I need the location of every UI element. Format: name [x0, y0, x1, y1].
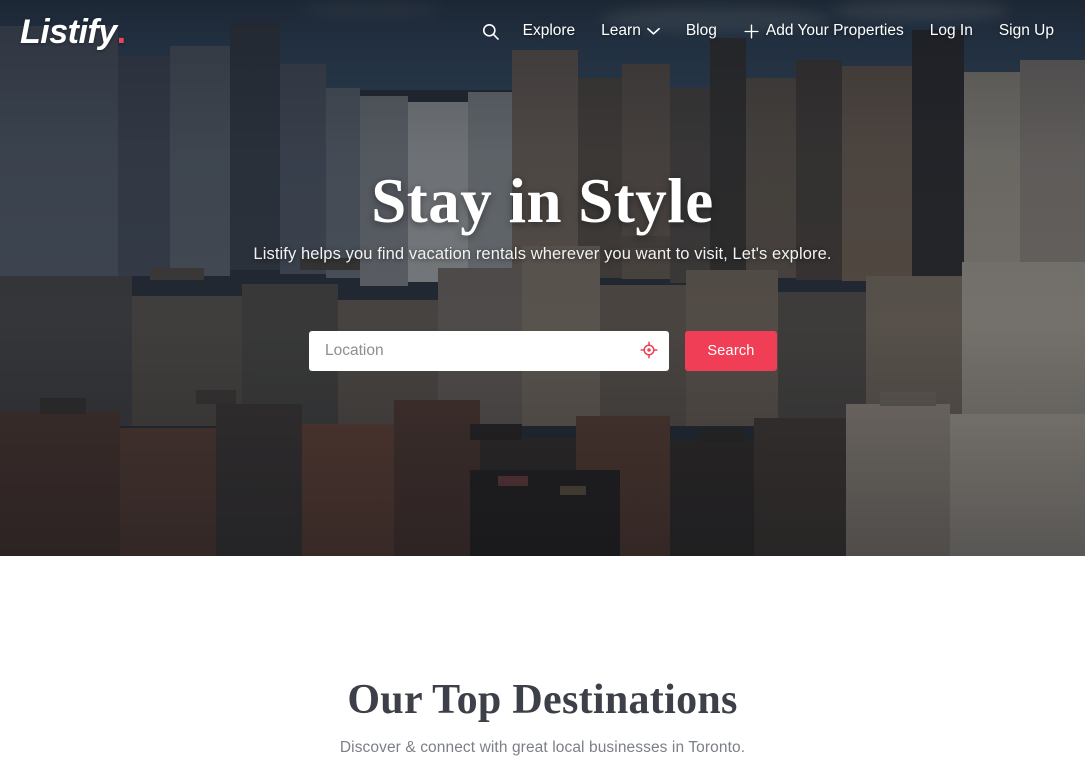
nav-item-log-in[interactable]: Log In: [917, 16, 986, 46]
search-field-wrapper: [309, 331, 669, 371]
chevron-down-icon: [646, 27, 660, 36]
primary-navigation: Explore Learn Blog Add Your Properties L…: [471, 0, 1067, 62]
nav-label: Add Your Properties: [765, 22, 904, 39]
nav-label: Learn: [601, 22, 641, 39]
nav-label: Explore: [522, 22, 576, 39]
hero-background-photo: [0, 0, 1085, 556]
hero-section: Listify. Explore Learn Blog Add Your Pro…: [0, 0, 1085, 556]
nav-item-learn[interactable]: Learn: [588, 16, 673, 46]
destinations-subtitle: Discover & connect with great local busi…: [339, 739, 746, 756]
location-search-input[interactable]: [309, 331, 669, 371]
search-button[interactable]: Search: [685, 331, 777, 371]
nav-item-explore[interactable]: Explore: [510, 16, 589, 46]
site-logo[interactable]: Listify.: [20, 15, 126, 49]
logo-text: Listify: [20, 13, 117, 51]
nav-search-button[interactable]: [471, 16, 510, 47]
nav-label: Sign Up: [998, 22, 1054, 39]
hero-subtitle: Listify helps you find vacation rentals …: [253, 245, 832, 263]
nav-label: Blog: [685, 22, 717, 39]
geolocate-button[interactable]: [639, 340, 659, 362]
nav-label: Log In: [929, 22, 973, 39]
nav-item-sign-up[interactable]: Sign Up: [986, 16, 1067, 46]
logo-dot: .: [116, 13, 126, 51]
site-header: Listify. Explore Learn Blog Add Your Pro…: [0, 0, 1085, 62]
search-icon: [481, 22, 500, 41]
landing-page: Listify. Explore Learn Blog Add Your Pro…: [0, 0, 1085, 784]
top-destinations-section: Our Top Destinations Discover & connect …: [0, 556, 1085, 784]
plus-icon: [743, 23, 760, 40]
hero-title: Stay in Style: [371, 166, 714, 236]
hero-dark-overlay: [0, 0, 1085, 556]
hero-search-bar: Search: [309, 331, 777, 371]
geolocate-crosshair-icon: [640, 340, 658, 362]
nav-item-add-your-properties[interactable]: Add Your Properties: [730, 16, 917, 46]
nav-item-blog[interactable]: Blog: [673, 16, 730, 46]
destinations-title: Our Top Destinations: [347, 677, 738, 723]
